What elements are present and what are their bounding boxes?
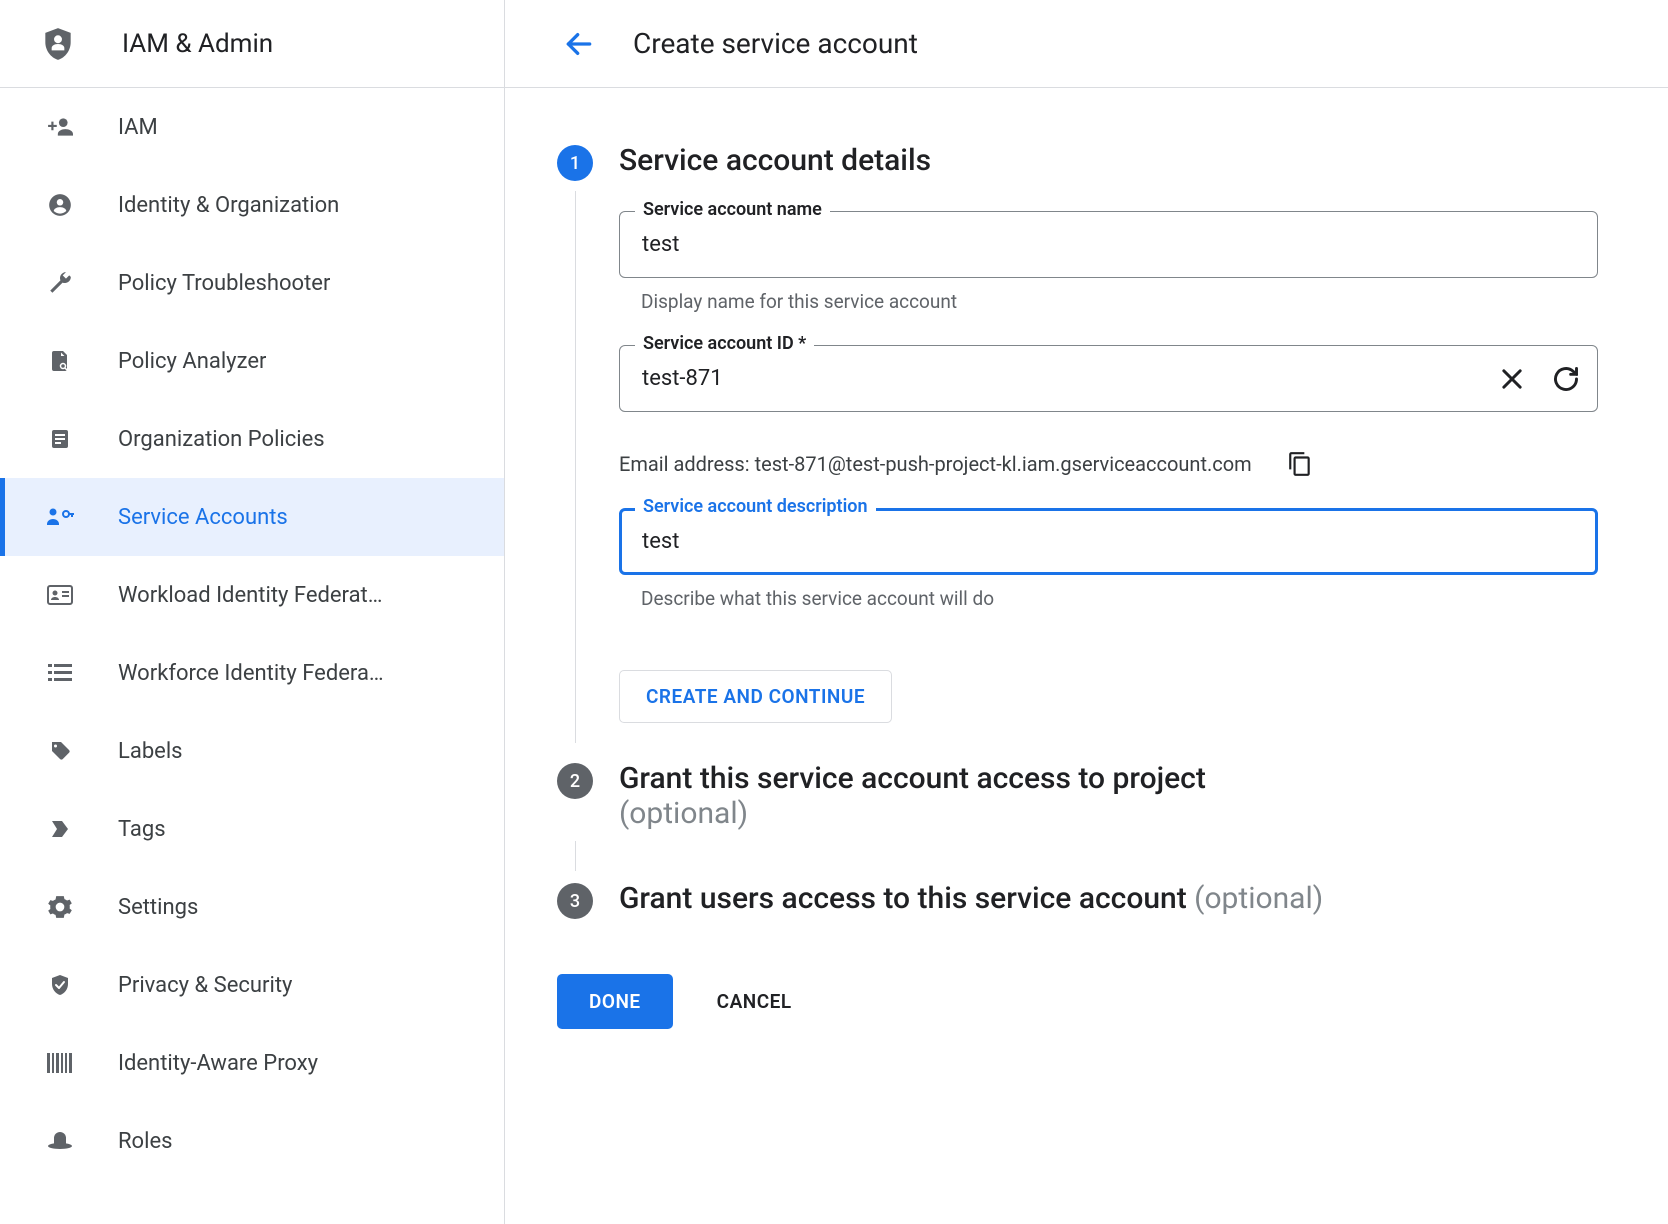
page-title: Create service account bbox=[633, 27, 918, 60]
step-1-title: Service account details bbox=[619, 143, 931, 178]
sidebar-item-workload-identity-federat[interactable]: Workload Identity Federat… bbox=[0, 556, 504, 634]
step-2-connector bbox=[557, 831, 593, 881]
sidebar-nav[interactable]: IAM Identity & Organization Policy Trouble… bbox=[0, 88, 504, 1224]
step-1-header: 1 Service account details bbox=[557, 143, 1598, 181]
key-account-icon bbox=[44, 501, 76, 533]
sidebar-item-label: IAM bbox=[118, 115, 158, 140]
email-value: test-871@test-push-project-kl.iam.gservi… bbox=[755, 452, 1252, 476]
email-label: Email address: bbox=[619, 452, 755, 476]
sidebar-item-label: Policy Troubleshooter bbox=[118, 271, 330, 296]
service-account-description-input[interactable] bbox=[619, 508, 1598, 575]
sidebar-item-policy-analyzer[interactable]: Policy Analyzer bbox=[0, 322, 504, 400]
copy-icon[interactable] bbox=[1282, 446, 1318, 482]
hat-icon bbox=[44, 1125, 76, 1157]
sidebar-item-label: Organization Policies bbox=[118, 427, 325, 452]
account-circle-icon bbox=[44, 189, 76, 221]
sidebar-item-settings[interactable]: Settings bbox=[0, 868, 504, 946]
done-button[interactable]: DONE bbox=[557, 974, 673, 1029]
sidebar-item-label: Labels bbox=[118, 739, 183, 764]
card-id-icon bbox=[44, 579, 76, 611]
clear-icon[interactable] bbox=[1494, 361, 1530, 397]
sidebar-item-label: Tags bbox=[118, 817, 166, 842]
sidebar-item-service-accounts[interactable]: Service Accounts bbox=[0, 478, 504, 556]
sidebar-title: IAM & Admin bbox=[122, 29, 273, 59]
shield-check-icon bbox=[44, 969, 76, 1001]
step-2-circle: 2 bbox=[557, 763, 593, 799]
list-doc-icon bbox=[44, 423, 76, 455]
sidebar-item-roles[interactable]: Roles bbox=[0, 1102, 504, 1180]
service-account-description-help: Describe what this service account will … bbox=[619, 575, 1598, 610]
sidebar-item-label: Workforce Identity Federa… bbox=[118, 661, 384, 686]
sidebar-item-label: Identity-Aware Proxy bbox=[118, 1051, 318, 1076]
sidebar-item-tags[interactable]: Tags bbox=[0, 790, 504, 868]
sidebar-item-label: Privacy & Security bbox=[118, 973, 292, 998]
cancel-button[interactable]: CANCEL bbox=[699, 974, 810, 1029]
sidebar-item-identity-organization[interactable]: Identity & Organization bbox=[0, 166, 504, 244]
sidebar-item-policy-troubleshooter[interactable]: Policy Troubleshooter bbox=[0, 244, 504, 322]
sidebar-item-iam[interactable]: IAM bbox=[0, 88, 504, 166]
sidebar-item-identity-aware-proxy[interactable]: Identity-Aware Proxy bbox=[0, 1024, 504, 1102]
step-3-circle: 3 bbox=[557, 883, 593, 919]
sidebar: IAM & Admin IAM Identity & Organization Po… bbox=[0, 0, 505, 1224]
create-and-continue-button[interactable]: CREATE AND CONTINUE bbox=[619, 670, 892, 723]
main: Create service account 1 Service account… bbox=[505, 0, 1668, 1224]
sidebar-item-label: Workload Identity Federat… bbox=[118, 583, 382, 608]
doc-search-icon bbox=[44, 345, 76, 377]
sidebar-item-label: Policy Analyzer bbox=[118, 349, 266, 374]
step-2-subtitle: (optional) bbox=[619, 796, 1206, 831]
service-account-description-label: Service account description bbox=[635, 496, 876, 517]
tag-icon bbox=[44, 735, 76, 767]
sidebar-item-label: Settings bbox=[118, 895, 198, 920]
service-account-id-label: Service account ID * bbox=[635, 333, 814, 354]
sidebar-item-label: Identity & Organization bbox=[118, 193, 339, 218]
wrench-icon bbox=[44, 267, 76, 299]
service-account-name-help: Display name for this service account bbox=[619, 278, 1598, 313]
step-3-title: Grant users access to this service accou… bbox=[619, 881, 1194, 916]
sidebar-item-organization-policies[interactable]: Organization Policies bbox=[0, 400, 504, 478]
sidebar-header: IAM & Admin bbox=[0, 0, 504, 88]
step-1-connector bbox=[557, 181, 593, 753]
person-add-icon bbox=[44, 111, 76, 143]
iam-admin-shield-icon bbox=[38, 24, 78, 64]
service-account-name-input[interactable] bbox=[619, 211, 1598, 278]
sidebar-item-label: Service Accounts bbox=[118, 505, 288, 530]
gear-icon bbox=[44, 891, 76, 923]
bookmark-icon bbox=[44, 813, 76, 845]
back-button[interactable] bbox=[555, 20, 603, 68]
service-account-id-input[interactable] bbox=[619, 345, 1598, 412]
barcode-icon bbox=[44, 1047, 76, 1079]
main-content: 1 Service account details Service accoun… bbox=[505, 88, 1668, 1224]
sidebar-item-labels[interactable]: Labels bbox=[0, 712, 504, 790]
main-header: Create service account bbox=[505, 0, 1668, 88]
refresh-icon[interactable] bbox=[1548, 361, 1584, 397]
sidebar-item-privacy-security[interactable]: Privacy & Security bbox=[0, 946, 504, 1024]
service-account-name-label: Service account name bbox=[635, 199, 830, 220]
step-2-title: Grant this service account access to pro… bbox=[619, 761, 1206, 796]
sidebar-item-workforce-identity-federa[interactable]: Workforce Identity Federa… bbox=[0, 634, 504, 712]
step-2-header[interactable]: 2 Grant this service account access to p… bbox=[557, 761, 1598, 831]
list-lines-icon bbox=[44, 657, 76, 689]
sidebar-item-label: Roles bbox=[118, 1129, 172, 1154]
step-1-circle: 1 bbox=[557, 145, 593, 181]
step-3-header[interactable]: 3 Grant users access to this service acc… bbox=[557, 881, 1598, 919]
step-3-subtitle: (optional) bbox=[1194, 881, 1323, 916]
